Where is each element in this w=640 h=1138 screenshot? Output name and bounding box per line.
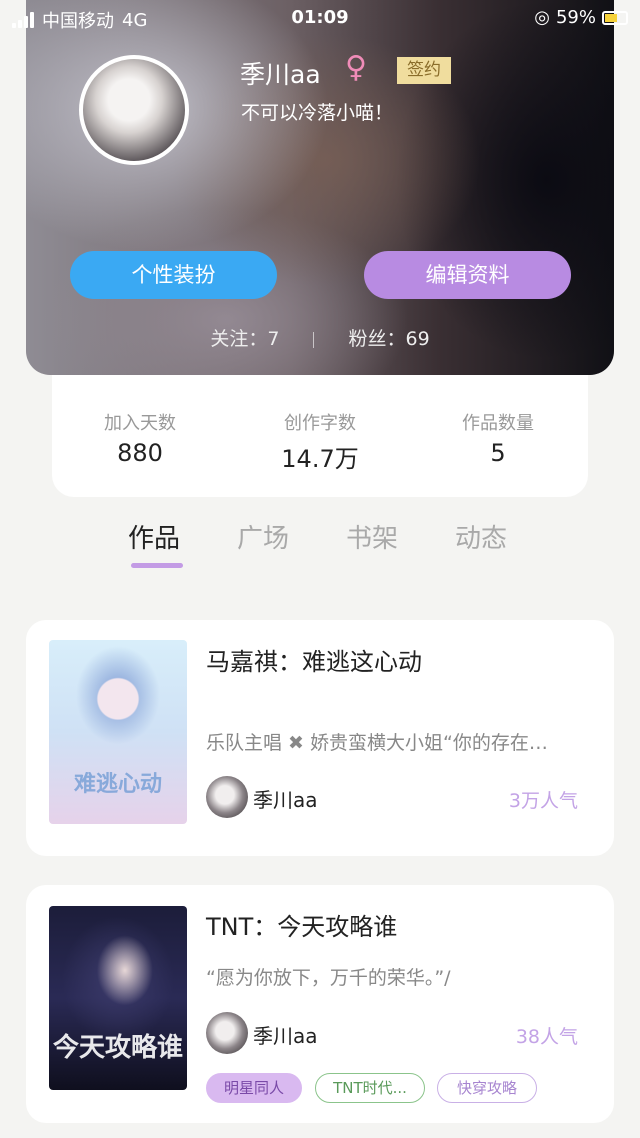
book-cover[interactable]: 今天攻略谁 [49,906,187,1090]
stat-value: 880 [117,439,163,467]
popularity: 38人气 [515,1026,578,1048]
avatar[interactable] [79,55,189,165]
stats-card: 加入天数 880 创作字数 14.7万 作品数量 5 [52,375,588,497]
stat-label: 创作字数 [284,413,356,434]
follow-stats: 关注：7 粉丝：69 [0,324,640,351]
stat-join-days: 加入天数 880 [50,409,230,467]
tab-bookshelf[interactable]: 书架 [346,518,398,555]
signed-badge: 签约 [397,57,451,84]
tag-tnt[interactable]: TNT时代... [315,1073,425,1103]
followers-count[interactable]: 粉丝：69 [349,328,430,350]
status-bar-right: ◎ 59% [534,7,628,28]
orientation-lock-icon: ◎ [534,7,550,28]
work-title[interactable]: 马嘉祺：难逃这心动 [206,642,422,677]
tab-feed[interactable]: 动态 [455,518,507,555]
work-card[interactable]: 难逃心动 马嘉祺：难逃这心动 乐队主唱 ✖ 娇贵蛮横大小姐“你的存在… 季川aa… [26,620,614,856]
active-tab-indicator [131,563,183,568]
following-count[interactable]: 关注：7 [210,328,279,350]
dress-up-button[interactable]: 个性装扮 [70,251,277,299]
female-icon: ♀ [345,50,367,85]
popularity: 3万人气 [508,790,578,812]
author-avatar[interactable] [206,1012,248,1054]
tab-square[interactable]: 广场 [237,518,289,555]
author-name[interactable]: 季川aa [253,1020,318,1049]
divider [313,331,315,348]
work-description: 乐队主唱 ✖ 娇贵蛮横大小姐“你的存在… [206,732,548,754]
tab-works[interactable]: 作品 [128,518,180,555]
work-title[interactable]: TNT：今天攻略谁 [206,907,397,942]
cover-title: 今天攻略谁 [52,1033,183,1063]
author-name[interactable]: 季川aa [253,784,318,813]
stat-value: 14.7万 [281,445,359,473]
work-card[interactable]: 今天攻略谁 TNT：今天攻略谁 “愿为你放下，万千的荣华。”/ 季川aa 38人… [26,885,614,1123]
tag-star-fanfic[interactable]: 明星同人 [206,1073,302,1103]
stat-label: 作品数量 [462,413,534,434]
tag-quick-transmigration[interactable]: 快穿攻略 [437,1073,537,1103]
work-description: “愿为你放下，万千的荣华。”/ [206,967,451,989]
status-bar: 中国移动 4G 01:09 ◎ 59% [0,0,640,36]
stat-value: 5 [490,439,506,467]
author-avatar[interactable] [206,776,248,818]
stat-works-count: 作品数量 5 [408,409,588,467]
stat-word-count: 创作字数 14.7万 [230,409,410,474]
edit-profile-button[interactable]: 编辑资料 [364,251,571,299]
book-cover[interactable]: 难逃心动 [49,640,187,824]
battery-percent: 59% [555,7,596,28]
tab-bar: 作品 广场 书架 动态 [0,518,640,578]
username: 季川aa [240,60,321,89]
stat-label: 加入天数 [104,413,176,434]
cover-title: 难逃心动 [73,772,162,797]
bio: 不可以冷落小喵！ [241,102,394,124]
battery-icon [602,10,628,25]
